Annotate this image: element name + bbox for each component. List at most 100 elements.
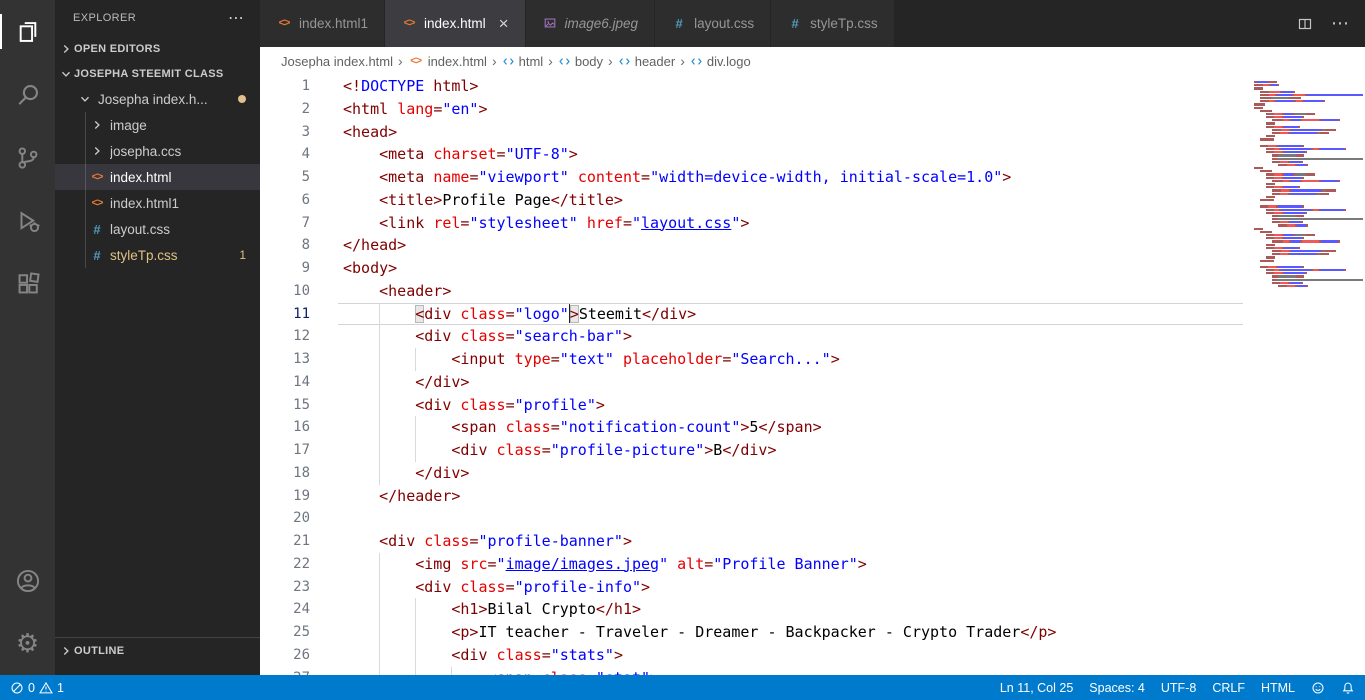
breadcrumb-item-Josepha index.html[interactable]: Josepha index.html (281, 54, 393, 69)
tab-index.html[interactable]: <> index.html × (385, 0, 526, 47)
editor-more-actions-icon[interactable]: ⋯ (1331, 13, 1349, 34)
line-content[interactable]: <span class="notification-count">5</span… (338, 416, 1243, 439)
line-number[interactable]: 23 (260, 576, 310, 599)
line-content[interactable]: <img src="image/images.jpeg" alt="Profil… (338, 552, 1243, 576)
search-icon[interactable] (0, 63, 55, 126)
line-number[interactable]: 7 (260, 212, 310, 235)
line-number[interactable]: 13 (260, 348, 310, 371)
code-line-20[interactable]: 20 (260, 507, 1365, 530)
code-line-12[interactable]: 12 <div class="search-bar"> (260, 325, 1365, 348)
run-debug-icon[interactable] (0, 189, 55, 252)
explorer-actions-icon[interactable]: ⋯ (222, 8, 250, 28)
code-line-15[interactable]: 15 <div class="profile"> (260, 393, 1365, 417)
feedback-smiley-icon[interactable] (1311, 681, 1325, 695)
code-line-9[interactable]: 9 <body> (260, 257, 1365, 280)
line-content[interactable]: </head> (338, 234, 1243, 257)
explorer-icon[interactable] (0, 0, 55, 63)
line-number[interactable]: 20 (260, 507, 310, 530)
code-line-4[interactable]: 4 <meta charset="UTF-8"> (260, 143, 1365, 166)
line-number[interactable]: 8 (260, 234, 310, 257)
line-content[interactable]: <div class="profile-picture">B</div> (338, 439, 1243, 462)
line-number[interactable]: 26 (260, 644, 310, 667)
line-content[interactable]: <div class="profile"> (338, 393, 1243, 417)
line-content[interactable]: </div> (338, 370, 1243, 394)
settings-gear-icon[interactable]: ⚙ (0, 612, 55, 675)
account-icon[interactable] (0, 549, 55, 612)
line-number[interactable]: 22 (260, 553, 310, 576)
breadcrumb-item-div.logo[interactable]: div.logo (690, 54, 751, 69)
line-content[interactable]: <input type="text" placeholder="Search..… (338, 348, 1243, 371)
line-content[interactable]: <header> (338, 280, 1243, 303)
open-editors-section[interactable]: OPEN EDITORS (55, 36, 260, 61)
tab-layout.css[interactable]: # layout.css (655, 0, 772, 47)
status-eol[interactable]: CRLF (1212, 681, 1245, 695)
line-content[interactable]: <meta name="viewport" content="width=dev… (338, 166, 1243, 189)
code-line-11[interactable]: 11 <div class="logo">Steemit</div> (260, 302, 1365, 326)
line-number[interactable]: 2 (260, 98, 310, 121)
code-line-7[interactable]: 7 <link rel="stylesheet" href="layout.cs… (260, 212, 1365, 235)
code-line-27[interactable]: 27 <span class="stat"> (260, 666, 1365, 675)
code-line-21[interactable]: 21 <div class="profile-banner"> (260, 530, 1365, 553)
line-content[interactable]: <div class="profile-banner"> (338, 530, 1243, 553)
code-line-5[interactable]: 5 <meta name="viewport" content="width=d… (260, 166, 1365, 189)
breadcrumb-item-body[interactable]: body (558, 54, 603, 69)
line-content[interactable]: <div class="stats"> (338, 643, 1243, 667)
line-content[interactable]: </header> (338, 485, 1243, 508)
code-line-10[interactable]: 10 <header> (260, 280, 1365, 303)
status-language-mode[interactable]: HTML (1261, 681, 1295, 695)
line-number[interactable]: 25 (260, 621, 310, 644)
line-number[interactable]: 17 (260, 439, 310, 462)
line-content[interactable]: <span class="stat"> (338, 666, 1243, 675)
line-content[interactable]: <div class="logo">Steemit</div> (338, 302, 1243, 326)
line-number[interactable]: 16 (260, 416, 310, 439)
breadcrumb-item-html[interactable]: html (502, 54, 543, 69)
line-number[interactable]: 10 (260, 280, 310, 303)
workspace-section[interactable]: JOSEPHA STEEMIT CLASS (55, 61, 260, 86)
code-line-22[interactable]: 22 <img src="image/images.jpeg" alt="Pro… (260, 552, 1365, 576)
code-line-23[interactable]: 23 <div class="profile-info"> (260, 575, 1365, 599)
tab-index.html1[interactable]: <> index.html1 (260, 0, 386, 47)
line-content[interactable]: <h1>Bilal Crypto</h1> (338, 598, 1243, 621)
line-number[interactable]: 11 (260, 303, 310, 326)
line-number[interactable]: 18 (260, 462, 310, 485)
line-number[interactable]: 9 (260, 257, 310, 280)
breadcrumb-item-index.html[interactable]: <> index.html (408, 54, 487, 69)
line-content[interactable]: <html lang="en"> (338, 98, 1243, 121)
line-content[interactable]: </div> (338, 461, 1243, 485)
code-line-1[interactable]: 1 <!DOCTYPE html> (260, 75, 1365, 98)
line-content[interactable]: <div class="search-bar"> (338, 325, 1243, 348)
status-cursor-position[interactable]: Ln 11, Col 25 (1000, 681, 1073, 695)
status-encoding[interactable]: UTF-8 (1161, 681, 1196, 695)
status-indentation[interactable]: Spaces: 4 (1089, 681, 1145, 695)
split-editor-icon[interactable] (1297, 16, 1313, 32)
close-icon[interactable]: × (499, 15, 509, 32)
code-line-8[interactable]: 8 </head> (260, 234, 1365, 257)
line-number[interactable]: 21 (260, 530, 310, 553)
line-number[interactable]: 3 (260, 121, 310, 144)
line-number[interactable]: 24 (260, 598, 310, 621)
line-number[interactable]: 1 (260, 75, 310, 98)
line-content[interactable]: <body> (338, 257, 1243, 280)
code-line-3[interactable]: 3 <head> (260, 121, 1365, 144)
line-number[interactable]: 12 (260, 325, 310, 348)
code-editor[interactable]: 1 <!DOCTYPE html> 2 <html lang="en"> 3 <head>… (260, 75, 1365, 675)
tab-styleTp.css[interactable]: # styleTp.css (771, 0, 895, 47)
line-content[interactable]: <title>Profile Page</title> (338, 189, 1243, 212)
breadcrumb-item-header[interactable]: header (618, 54, 675, 69)
line-number[interactable]: 14 (260, 371, 310, 394)
code-line-6[interactable]: 6 <title>Profile Page</title> (260, 189, 1365, 212)
code-line-19[interactable]: 19 </header> (260, 485, 1365, 508)
line-number[interactable]: 5 (260, 166, 310, 189)
extensions-icon[interactable] (0, 252, 55, 315)
code-line-26[interactable]: 26 <div class="stats"> (260, 643, 1365, 667)
code-line-25[interactable]: 25 <p>IT teacher - Traveler - Dreamer - … (260, 621, 1365, 644)
code-line-2[interactable]: 2 <html lang="en"> (260, 98, 1365, 121)
minimap[interactable] (1248, 75, 1365, 675)
line-number[interactable]: 19 (260, 485, 310, 508)
tree-item-Josepha index.h...[interactable]: Josepha index.h... (55, 86, 260, 112)
code-line-18[interactable]: 18 </div> (260, 461, 1365, 485)
line-content[interactable]: <meta charset="UTF-8"> (338, 143, 1243, 166)
line-number[interactable]: 15 (260, 394, 310, 417)
source-control-icon[interactable] (0, 126, 55, 189)
outline-section[interactable]: OUTLINE (55, 638, 260, 663)
